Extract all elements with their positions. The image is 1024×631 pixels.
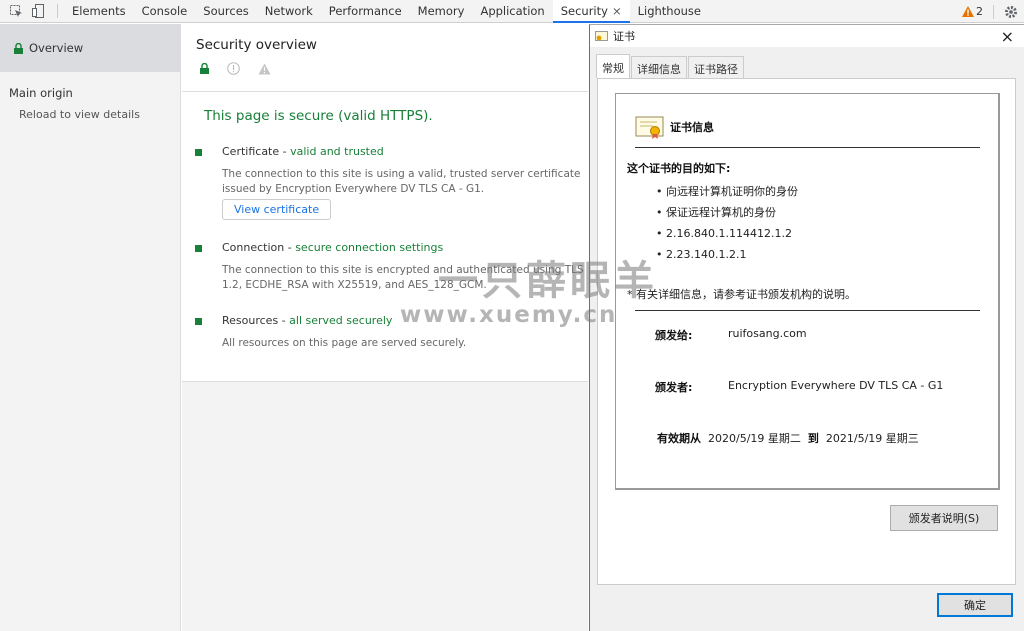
resources-status: all served securely — [289, 314, 393, 327]
certificate-icon — [635, 116, 664, 139]
connection-label: Connection - — [222, 241, 296, 254]
close-tab-icon[interactable]: × — [612, 4, 622, 18]
warning-icon — [258, 63, 271, 74]
certificate-info-box: 证书信息 这个证书的目的如下: • 向远程计算机证明你的身份 • 保证远程计算机… — [615, 93, 1000, 490]
connection-status: secure connection settings — [295, 241, 444, 254]
devtools-toolbar: Elements Console Sources Network Perform… — [0, 0, 1024, 23]
security-sidebar: Overview Main origin Reload to view deta… — [0, 24, 181, 631]
issued-by-label: 颁发者: — [655, 381, 693, 394]
security-summary: This page is secure (valid HTTPS). Certi… — [182, 92, 588, 382]
connection-description: The connection to this site is encrypted… — [222, 264, 584, 291]
green-status-square — [195, 318, 202, 325]
valid-from: 2020/5/19 星期二 — [708, 432, 801, 445]
certificate-dialog: 证书 × 常规 详细信息 证书路径 证书信息 这个证书的目的如下: • 向远程计… — [589, 24, 1024, 631]
lock-icon — [14, 42, 23, 54]
tab-lighthouse[interactable]: Lighthouse — [630, 0, 709, 23]
validity-label: 有效期从 — [657, 432, 701, 445]
resources-description: All resources on this page are served se… — [222, 337, 467, 349]
tab-memory[interactable]: Memory — [410, 0, 473, 23]
divider — [635, 147, 980, 148]
tab-security[interactable]: Security × — [552, 0, 630, 23]
tab-network[interactable]: Network — [257, 0, 321, 23]
tab-general[interactable]: 常规 — [596, 54, 630, 78]
certificate-label: Certificate - — [222, 145, 291, 158]
connection-title: Connection - secure connection settings — [222, 241, 588, 254]
gear-icon[interactable] — [1004, 5, 1018, 19]
issuer-statement-button[interactable]: 颁发者说明(S) — [890, 505, 998, 531]
issued-to-label: 颁发给: — [655, 329, 693, 342]
resources-label: Resources - — [222, 314, 290, 327]
tab-elements[interactable]: Elements — [64, 0, 134, 23]
device-icon[interactable] — [31, 4, 45, 18]
divider — [635, 310, 980, 311]
tab-application[interactable]: Application — [472, 0, 552, 23]
certificate-info-header: 证书信息 — [635, 115, 714, 139]
sidebar-item-label: Overview — [29, 41, 84, 55]
list-item: • 2.16.840.1.114412.1.2 — [656, 227, 792, 240]
tab-console[interactable]: Console — [134, 0, 196, 23]
dialog-title: 证书 — [613, 30, 635, 43]
overview-header: Security overview — [182, 24, 588, 92]
warnings-counter[interactable]: 2 — [962, 5, 983, 18]
list-item: • 保证远程计算机的身份 — [656, 206, 776, 219]
toolbar-divider — [57, 4, 58, 18]
valid-to: 2021/5/19 星期三 — [825, 432, 919, 445]
close-icon[interactable]: × — [1001, 27, 1014, 46]
certificate-status: valid and trusted — [290, 145, 384, 158]
certificate-title: Certificate - valid and trusted — [222, 145, 588, 158]
security-main: Security overview This page is secure (v… — [182, 24, 588, 631]
certificate-description: The connection to this site is using a v… — [222, 168, 581, 195]
purpose-heading: 这个证书的目的如下: — [627, 162, 731, 175]
tab-certification-path[interactable]: 证书路径 — [688, 56, 744, 78]
connection-section: Connection - secure connection settings … — [195, 241, 588, 293]
purpose-list: • 向远程计算机证明你的身份 • 保证远程计算机的身份 • 2.16.840.1… — [656, 184, 798, 268]
details-note: * 有关详细信息，请参考证书颁发机构的说明。 — [627, 288, 856, 301]
issued-by-value: Encryption Everywhere DV TLS CA - G1 — [728, 379, 944, 392]
main-origin-heading: Main origin — [9, 86, 73, 100]
list-item: • 向远程计算机证明你的身份 — [656, 185, 798, 198]
resources-title: Resources - all served securely — [222, 314, 588, 327]
warning-icon — [962, 6, 974, 17]
tab-sources[interactable]: Sources — [195, 0, 257, 23]
page-title: Security overview — [196, 37, 317, 53]
green-status-square — [195, 245, 202, 252]
security-state-icons — [200, 62, 588, 75]
validity-row: 有效期从 2020/5/19 星期二 到 2021/5/19 星期三 — [657, 430, 919, 446]
validity-to-label: 到 — [807, 432, 819, 445]
resources-section: Resources - all served securely All reso… — [195, 314, 588, 351]
issued-by-row: 颁发者: Encryption Everywhere DV TLS CA - G… — [655, 379, 943, 395]
tab-details[interactable]: 详细信息 — [631, 56, 687, 78]
dialog-titlebar[interactable]: 证书 — [590, 25, 1024, 47]
toolbar-divider — [993, 4, 994, 19]
certificate-icon — [595, 30, 608, 41]
dialog-tabs: 常规 详细信息 证书路径 — [596, 54, 745, 78]
issued-to-value: ruifosang.com — [728, 327, 807, 340]
certificate-info-title: 证书信息 — [670, 121, 714, 134]
tab-security-label: Security — [560, 3, 608, 18]
issued-to-row: 颁发给: ruifosang.com — [655, 327, 807, 343]
view-certificate-button[interactable]: View certificate — [222, 199, 332, 220]
inspect-icon[interactable] — [9, 4, 23, 18]
tab-performance[interactable]: Performance — [321, 0, 410, 23]
lock-icon — [200, 63, 209, 74]
sidebar-item-overview[interactable]: Overview — [0, 24, 180, 72]
secure-status: This page is secure (valid HTTPS). — [204, 108, 433, 124]
ok-button[interactable]: 确定 — [937, 593, 1013, 617]
list-item: • 2.23.140.1.2.1 — [656, 248, 747, 261]
reload-hint: Reload to view details — [19, 108, 140, 121]
info-icon — [227, 62, 240, 75]
green-status-square — [195, 149, 202, 156]
warning-count: 2 — [976, 5, 983, 18]
certificate-section: Certificate - valid and trusted The conn… — [195, 145, 588, 220]
